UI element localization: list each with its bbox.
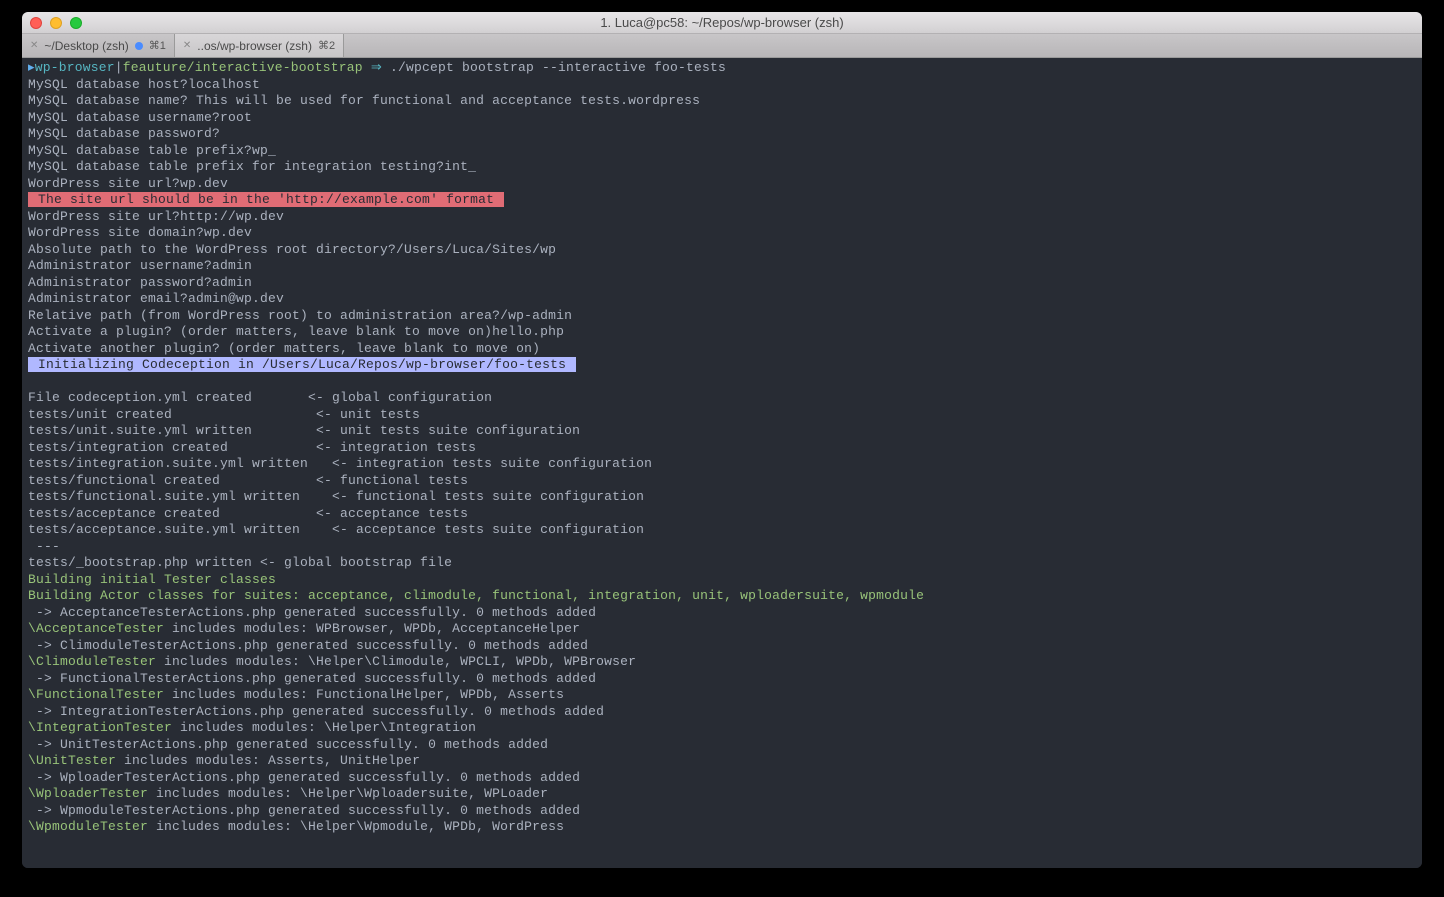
building-line: Building Actor classes for suites: accep… (28, 588, 1416, 605)
output-line: tests/unit.suite.yml written <- unit tes… (28, 423, 1416, 440)
output-line: tests/integration created <- integration… (28, 440, 1416, 457)
close-icon[interactable]: ✕ (183, 40, 191, 51)
tester-generated-line: -> AcceptanceTesterActions.php generated… (28, 605, 1416, 622)
building-block: Building initial Tester classesBuilding … (28, 572, 1416, 605)
output-line: Administrator username?admin (28, 258, 1416, 275)
output-line: MySQL database host?localhost (28, 77, 1416, 94)
prompt-line: ▸wp-browser|feauture/interactive-bootstr… (28, 60, 1416, 77)
qa-block: MySQL database host?localhostMySQL datab… (28, 77, 1416, 193)
output-line: MySQL database table prefix?wp_ (28, 143, 1416, 160)
terminal-body[interactable]: ▸wp-browser|feauture/interactive-bootstr… (22, 58, 1422, 868)
output-line: MySQL database username?root (28, 110, 1416, 127)
created-block: File codeception.yml created <- global c… (28, 390, 1416, 572)
output-line: tests/functional.suite.yml written <- fu… (28, 489, 1416, 506)
init-line: Initializing Codeception in /Users/Luca/… (28, 357, 1416, 374)
output-line: Administrator password?admin (28, 275, 1416, 292)
qa-block-2: WordPress site url?http://wp.devWordPres… (28, 209, 1416, 358)
maximize-icon[interactable] (70, 17, 82, 29)
output-line: tests/integration.suite.yml written <- i… (28, 456, 1416, 473)
tester-modules-line: \WploaderTester includes modules: \Helpe… (28, 786, 1416, 803)
output-line: --- (28, 539, 1416, 556)
status-dot-icon (135, 42, 143, 50)
output-line: MySQL database table prefix for integrat… (28, 159, 1416, 176)
output-line: MySQL database password? (28, 126, 1416, 143)
tester-generated-line: -> UnitTesterActions.php generated succe… (28, 737, 1416, 754)
tab-shortcut: ⌘2 (318, 39, 335, 52)
tester-generated-line: -> ClimoduleTesterActions.php generated … (28, 638, 1416, 655)
output-line: Absolute path to the WordPress root dire… (28, 242, 1416, 259)
output-line: MySQL database name? This will be used f… (28, 93, 1416, 110)
output-line: Administrator email?admin@wp.dev (28, 291, 1416, 308)
minimize-icon[interactable] (50, 17, 62, 29)
tester-modules-line: \AcceptanceTester includes modules: WPBr… (28, 621, 1416, 638)
output-line: WordPress site url?http://wp.dev (28, 209, 1416, 226)
tester-generated-line: -> WploaderTesterActions.php generated s… (28, 770, 1416, 787)
tab-label: ..os/wp-browser (zsh) (197, 39, 312, 53)
tester-generated-line: -> IntegrationTesterActions.php generate… (28, 704, 1416, 721)
output-line: tests/acceptance.suite.yml written <- ac… (28, 522, 1416, 539)
tester-modules-line: \WpmoduleTester includes modules: \Helpe… (28, 819, 1416, 836)
output-line: Activate a plugin? (order matters, leave… (28, 324, 1416, 341)
output-line: tests/_bootstrap.php written <- global b… (28, 555, 1416, 572)
testers-block: -> AcceptanceTesterActions.php generated… (28, 605, 1416, 836)
output-line: Activate another plugin? (order matters,… (28, 341, 1416, 358)
tester-generated-line: -> FunctionalTesterActions.php generated… (28, 671, 1416, 688)
building-line: Building initial Tester classes (28, 572, 1416, 589)
output-line: tests/unit created <- unit tests (28, 407, 1416, 424)
close-icon[interactable]: ✕ (30, 40, 38, 51)
tab-wp-browser[interactable]: ✕ ..os/wp-browser (zsh) ⌘2 (175, 34, 344, 57)
tester-modules-line: \IntegrationTester includes modules: \He… (28, 720, 1416, 737)
traffic-lights (30, 17, 82, 29)
tester-modules-line: \ClimoduleTester includes modules: \Help… (28, 654, 1416, 671)
blank-line (28, 374, 1416, 391)
output-line: WordPress site url?wp.dev (28, 176, 1416, 193)
close-icon[interactable] (30, 17, 42, 29)
output-line: File codeception.yml created <- global c… (28, 390, 1416, 407)
output-line: Relative path (from WordPress root) to a… (28, 308, 1416, 325)
terminal-window: 1. Luca@pc58: ~/Repos/wp-browser (zsh) ✕… (22, 12, 1422, 868)
output-line: tests/functional created <- functional t… (28, 473, 1416, 490)
tab-desktop[interactable]: ✕ ~/Desktop (zsh) ⌘1 (22, 34, 175, 57)
tester-generated-line: -> WpmoduleTesterActions.php generated s… (28, 803, 1416, 820)
window-title: 1. Luca@pc58: ~/Repos/wp-browser (zsh) (600, 15, 843, 30)
titlebar: 1. Luca@pc58: ~/Repos/wp-browser (zsh) (22, 12, 1422, 34)
output-line: WordPress site domain?wp.dev (28, 225, 1416, 242)
tester-modules-line: \UnitTester includes modules: Asserts, U… (28, 753, 1416, 770)
tab-bar: ✕ ~/Desktop (zsh) ⌘1 ✕ ..os/wp-browser (… (22, 34, 1422, 58)
tab-shortcut: ⌘1 (149, 39, 166, 52)
tester-modules-line: \FunctionalTester includes modules: Func… (28, 687, 1416, 704)
tab-label: ~/Desktop (zsh) (44, 39, 128, 53)
output-line: tests/acceptance created <- acceptance t… (28, 506, 1416, 523)
error-line: The site url should be in the 'http://ex… (28, 192, 1416, 209)
